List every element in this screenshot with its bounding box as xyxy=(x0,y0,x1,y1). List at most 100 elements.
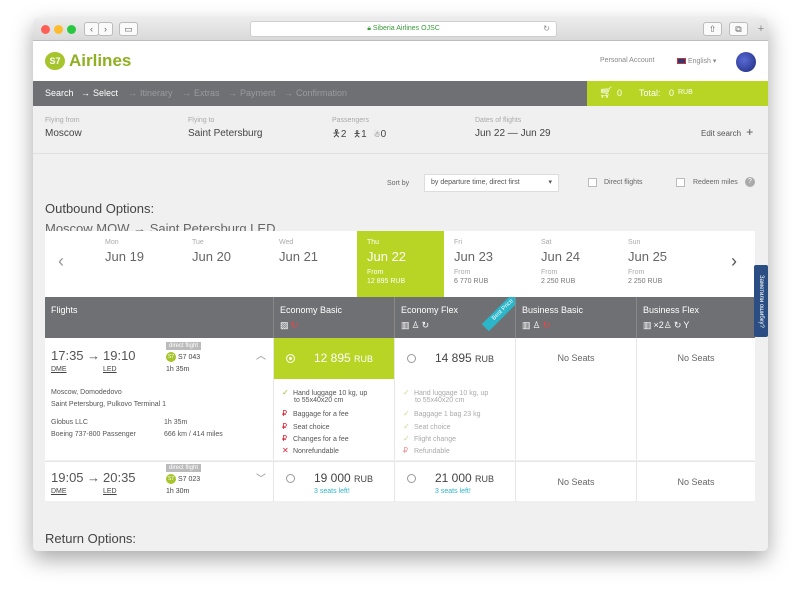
day-date: Jun 22 xyxy=(367,249,407,264)
feature-changes: ✓ Flight change xyxy=(403,434,456,443)
arrival-code: LED xyxy=(103,488,117,495)
minimize-window-button[interactable] xyxy=(54,25,63,34)
direct-flights-checkbox[interactable] xyxy=(588,178,597,187)
s7-icon: S7 xyxy=(166,352,176,362)
help-icon[interactable]: ? xyxy=(745,177,755,187)
close-window-button[interactable] xyxy=(41,25,50,34)
economy-flex-header: Economy Flex ▥♙↻ Best Price xyxy=(394,297,515,338)
sort-value: by departure time, direct first xyxy=(431,179,520,186)
feature-text: Changes for a fee xyxy=(292,436,349,443)
day-of-week: Sat xyxy=(541,239,552,246)
zoom-window-button[interactable] xyxy=(67,25,76,34)
date-jun-22[interactable]: Thu Jun 22 From 12 895 RUB xyxy=(357,231,444,297)
child-icon: 🯅︎ xyxy=(353,129,362,139)
feature-refund: ✕ Nonrefundable xyxy=(282,446,339,455)
no-seats-label: No Seats xyxy=(677,353,715,363)
sidebar-icon[interactable]: ▭ xyxy=(119,22,138,36)
from-label: From xyxy=(367,269,384,276)
ruble-icon: ₽ xyxy=(282,409,288,418)
chevron-down-icon[interactable]: ﹀ xyxy=(256,470,266,485)
economy-flex-cell[interactable]: 21 000 RUB 3 seats left! xyxy=(394,462,515,502)
day-date: Jun 23 xyxy=(454,249,494,264)
arrival-code: LED xyxy=(103,366,117,373)
total-currency: RUB xyxy=(678,89,693,96)
browser-window: ‹ › ▭ 🔒︎ Siberia Airlines OJSC ↻ ⇧ ⧉ + S… xyxy=(33,18,768,551)
s7-logo-mark[interactable]: S7 xyxy=(45,52,65,70)
from-label: Flying from xyxy=(45,117,80,124)
alliance-logo[interactable] xyxy=(736,52,756,72)
flight-row: 17:35 → 19:10 DME LED direct flight S7 S7… xyxy=(45,338,755,460)
departure-code: DME xyxy=(51,366,67,373)
sort-select[interactable]: by departure time, direct first ▾ xyxy=(424,174,559,192)
day-date: Jun 20 xyxy=(192,249,232,264)
flights-column-header: Flights xyxy=(45,297,273,338)
step-arrow: → xyxy=(284,88,293,98)
address-text: Siberia Airlines OJSC xyxy=(372,25,440,32)
chevron-left-icon[interactable]: ‹ xyxy=(58,251,64,272)
logo-text[interactable]: Airlines xyxy=(69,51,131,71)
date-jun-19[interactable]: Mon Jun 19 xyxy=(95,231,182,297)
language-selector[interactable]: English ▾ xyxy=(677,57,716,65)
from-price: 2 250 RUB xyxy=(541,278,576,285)
date-jun-23[interactable]: Fri Jun 23 From 6 770 RUB xyxy=(444,231,531,297)
address-bar[interactable]: 🔒︎ Siberia Airlines OJSC ↻ xyxy=(250,21,557,37)
plus-icon: + xyxy=(746,125,754,139)
date-jun-24[interactable]: Sat Jun 24 From 2 250 RUB xyxy=(531,231,618,297)
title-bar: ‹ › ▭ 🔒︎ Siberia Airlines OJSC ↻ ⇧ ⧉ + xyxy=(33,18,768,41)
tabs-icon[interactable]: ⧉ xyxy=(729,22,748,36)
redeem-miles-checkbox[interactable] xyxy=(676,178,685,187)
day-of-week: Wed xyxy=(279,239,294,246)
economy-flex-cell[interactable]: 14 895 RUB ✓ Hand luggage 10 kg, up to 5… xyxy=(394,338,515,460)
ruble-icon: ₽ xyxy=(282,422,288,431)
sort-label: Sort by xyxy=(387,180,410,187)
dates-value: Jun 22 — Jun 29 xyxy=(475,128,551,139)
children-count: 1 xyxy=(361,129,367,140)
back-button[interactable]: ‹ xyxy=(84,22,99,36)
economy-basic-cell[interactable]: 12 895 RUB ✓ Hand luggage 10 kg, up to 5… xyxy=(273,338,395,460)
page-content: S7 Airlines Personal Account English ▾ S… xyxy=(33,41,768,551)
business-flex-cell: No Seats xyxy=(636,462,755,502)
adults-count: 2 xyxy=(340,129,347,140)
day-of-week: Fri xyxy=(454,239,463,246)
header-label: Flights xyxy=(51,305,78,315)
step-search[interactable]: Search xyxy=(45,88,74,98)
step-arrow: → xyxy=(182,88,191,98)
origin-airport: Moscow, Domodedovo xyxy=(51,389,122,396)
flight-number-text: S7 023 xyxy=(178,475,201,483)
economy-basic-cell[interactable]: 19 000 RUB 3 seats left! xyxy=(273,462,394,502)
date-jun-25[interactable]: Sun Jun 25 From 2 250 RUB xyxy=(618,231,705,297)
business-flex-header: Business Flex ▥×2♙↻Y xyxy=(636,297,755,338)
feature-text: Seat choice xyxy=(292,424,330,431)
flight-info-cell[interactable]: 17:35 → 19:10 DME LED direct flight S7 S7… xyxy=(45,338,273,460)
cart-total[interactable]: 🛒︎ 0 Total: 0 RUB xyxy=(587,81,768,106)
from-label: From xyxy=(541,269,558,276)
fare-radio[interactable] xyxy=(407,474,416,483)
step-arrow: → xyxy=(228,88,237,98)
flight-info-cell[interactable]: 19:05 → 20:35 DME LED direct flight S7 S7… xyxy=(45,462,273,502)
no-seats-label: No Seats xyxy=(557,353,595,363)
feature-text: Flight change xyxy=(413,436,456,443)
fare-radio-selected[interactable] xyxy=(286,354,295,363)
from-value: Moscow xyxy=(45,128,82,139)
chevron-up-icon[interactable]: ︿ xyxy=(256,347,266,362)
feedback-tab[interactable]: Заметили ошибку? xyxy=(754,265,768,337)
forward-button[interactable]: › xyxy=(98,22,113,36)
personal-account-link[interactable]: Personal Account xyxy=(600,57,654,64)
date-jun-20[interactable]: Tue Jun 20 xyxy=(182,231,269,297)
date-jun-21[interactable]: Wed Jun 21 xyxy=(269,231,356,297)
no-baggage-icon: ▨↻ xyxy=(280,320,301,330)
no-seats-label: No Seats xyxy=(557,477,595,487)
chevron-right-icon[interactable]: › xyxy=(731,251,737,272)
fare-radio[interactable] xyxy=(286,474,295,483)
fare-price: 21 000 RUB xyxy=(435,471,494,485)
from-price: 6 770 RUB xyxy=(454,278,489,285)
edit-search-button[interactable]: Edit search + xyxy=(701,125,753,139)
feature-hand-luggage-size: to 55x40x20 cm xyxy=(294,397,344,404)
reload-icon[interactable]: ↻ xyxy=(543,22,550,36)
fare-radio[interactable] xyxy=(407,354,416,363)
share-icon[interactable]: ⇧ xyxy=(703,22,722,36)
departure-code: DME xyxy=(51,488,67,495)
arrival-time: 19:10 xyxy=(103,348,136,363)
economy-basic-selected[interactable]: 12 895 RUB xyxy=(274,338,395,379)
new-tab-button[interactable]: + xyxy=(754,23,768,37)
